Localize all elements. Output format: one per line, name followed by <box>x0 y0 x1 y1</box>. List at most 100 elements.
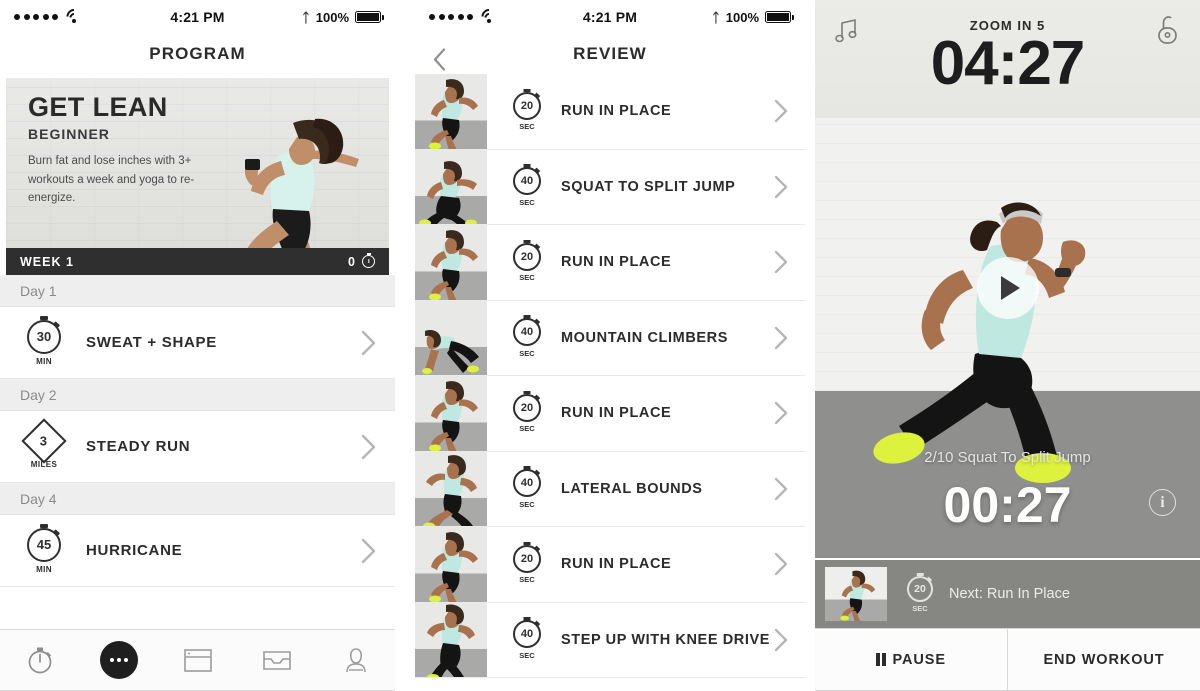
exercise-name: STEP UP WITH KNEE DRIVE <box>561 631 771 648</box>
end-workout-label: END WORKOUT <box>1043 651 1165 668</box>
list-item[interactable]: 40 SEC MOUNTAIN CLIMBERS <box>415 300 805 376</box>
tab-timer[interactable] <box>17 640 63 680</box>
stopwatch-icon: 20 <box>513 544 541 573</box>
list-item[interactable]: 40 SEC LATERAL BOUNDS <box>415 451 805 527</box>
stopwatch-icon: 40 <box>513 620 541 648</box>
list-item[interactable]: 40 SEC SQUAT TO SPLIT JUMP <box>415 149 805 225</box>
tab-inbox[interactable] <box>254 640 300 680</box>
stopwatch-icon: 20 <box>513 91 541 120</box>
exercise-badge: 20 SEC <box>505 393 549 433</box>
exercise-thumbnail <box>415 149 487 224</box>
review-navbar: REVIEW <box>415 34 805 74</box>
pause-icon <box>876 653 886 666</box>
distance-icon: 3 <box>21 417 67 464</box>
exercise-unit: SEC <box>519 650 535 660</box>
stopwatch-icon: 40 <box>513 167 541 195</box>
chevron-right-icon <box>361 434 377 460</box>
stopwatch-icon: 20 <box>513 393 541 422</box>
week-progress: 0 <box>348 255 375 269</box>
exercise-body: 40 SEC STEP UP WITH KNEE DRIVE <box>487 603 805 678</box>
chevron-right-icon <box>774 477 789 501</box>
exercise-body: 40 SEC SQUAT TO SPLIT JUMP <box>487 150 805 225</box>
video-player[interactable]: 2/10 Squat To Split Jump 00:27 i <box>815 118 1200 558</box>
workout-unit: MIN <box>36 356 52 366</box>
status-time: 4:21 PM <box>170 9 225 25</box>
inbox-icon <box>262 651 291 670</box>
page-title: PROGRAM <box>149 44 246 63</box>
screenshot-root: 4:21 PM ᛏ 100% PROGRAM GET LEAN BEGINNER… <box>0 0 1200 691</box>
exercise-unit: SEC <box>519 575 535 584</box>
status-time: 4:21 PM <box>582 9 638 25</box>
next-exercise-bar[interactable]: 20 SEC Next: Run In Place <box>815 560 1200 628</box>
list-item[interactable]: 20 SEC RUN IN PLACE <box>415 74 805 150</box>
workout-name: STEADY RUN <box>86 438 191 455</box>
stopwatch-icon: 40 <box>513 469 541 497</box>
exercise-unit: SEC <box>519 499 535 509</box>
play-icon <box>1000 276 1020 300</box>
workout-name: SWEAT + SHAPE <box>86 334 217 351</box>
workout-row-steady-run[interactable]: 3 MILES STEADY RUN <box>0 411 395 483</box>
stopwatch-icon <box>362 255 375 268</box>
program-screen: 4:21 PM ᛏ 100% PROGRAM GET LEAN BEGINNER… <box>0 0 395 691</box>
player-screen: ZOOM IN 5 04:27 2/10 Squat To Split Jump… <box>815 0 1200 691</box>
chevron-right-icon <box>361 330 377 356</box>
exercise-name: RUN IN PLACE <box>561 254 672 271</box>
exercise-badge: 40 SEC <box>505 167 549 207</box>
battery-full-icon <box>765 11 794 23</box>
exercise-badge: 40 SEC <box>505 318 549 358</box>
workout-name: HURRICANE <box>86 542 183 559</box>
review-screen: 4:21 PM ᛏ 100% REVIEW 20 SEC RUN IN PLAC… <box>415 0 805 691</box>
exercise-thumbnail <box>415 300 487 375</box>
end-workout-button[interactable]: END WORKOUT <box>1007 629 1200 690</box>
week-bar: WEEK 1 0 <box>6 248 389 275</box>
exercise-body: 40 SEC MOUNTAIN CLIMBERS <box>487 301 805 376</box>
exercise-badge: 20 SEC <box>505 544 549 584</box>
workout-row-hurricane[interactable]: 45 MIN HURRICANE <box>0 515 395 587</box>
tab-profile[interactable] <box>333 640 379 680</box>
player-bottom-bar: PAUSE END WORKOUT <box>815 628 1200 691</box>
list-item[interactable]: 20 SEC RUN IN PLACE <box>415 376 805 452</box>
pause-button[interactable]: PAUSE <box>815 629 1007 690</box>
next-exercise-label: Next: Run In Place <box>949 586 1070 602</box>
unlock-icon[interactable] <box>1154 14 1180 51</box>
dots-circle-icon <box>99 641 138 679</box>
workout-row-sweat-shape[interactable]: 30 MIN SWEAT + SHAPE <box>0 307 395 379</box>
chevron-right-icon <box>774 250 789 274</box>
exercise-thumbnail <box>415 376 487 451</box>
exercise-unit: SEC <box>519 122 535 131</box>
exercise-badge: 40 SEC <box>505 469 549 509</box>
exercise-unit: SEC <box>519 424 535 433</box>
play-button[interactable] <box>976 257 1039 319</box>
list-item[interactable]: 20 SEC RUN IN PLACE <box>415 225 805 301</box>
workout-value: 3 <box>40 432 48 448</box>
list-item[interactable]: 40 SEC STEP UP WITH KNEE DRIVE <box>415 602 805 678</box>
stopwatch-icon <box>28 647 51 674</box>
exercise-thumbnail <box>415 225 487 300</box>
hero-level: BEGINNER <box>28 126 110 142</box>
stopwatch-icon: 20 <box>907 575 933 602</box>
exercise-badge: 20 SEC <box>505 242 549 282</box>
tab-library[interactable] <box>175 640 221 680</box>
back-button[interactable] <box>433 48 446 71</box>
chevron-right-icon <box>774 175 789 199</box>
total-timer: 04:27 <box>930 29 1086 98</box>
info-glyph: i <box>1149 489 1176 516</box>
stopwatch-icon: 20 <box>513 242 541 271</box>
day-header: Day 2 <box>0 379 395 411</box>
workout-badge: 3 MILES <box>18 417 70 469</box>
program-hero-card[interactable]: GET LEAN BEGINNER Burn fat and lose inch… <box>6 78 389 275</box>
stopwatch-icon: 45 <box>27 527 61 562</box>
hero-text-block: GET LEAN BEGINNER Burn fat and lose inch… <box>28 94 203 208</box>
chevron-right-icon <box>774 552 789 576</box>
list-item[interactable]: 20 SEC RUN IN PLACE <box>415 527 805 603</box>
info-icon[interactable]: i <box>1149 489 1176 516</box>
person-icon <box>345 648 366 673</box>
exercise-body: 40 SEC LATERAL BOUNDS <box>487 452 805 527</box>
panel-divider <box>805 0 815 691</box>
status-bar-program: 4:21 PM ᛏ 100% <box>0 0 395 34</box>
panel-divider <box>395 0 415 691</box>
chevron-right-icon <box>774 628 789 652</box>
current-exercise-label: 2/10 Squat To Split Jump <box>924 449 1091 466</box>
tab-programs[interactable] <box>96 640 142 680</box>
workout-badge: 45 MIN <box>18 527 70 574</box>
